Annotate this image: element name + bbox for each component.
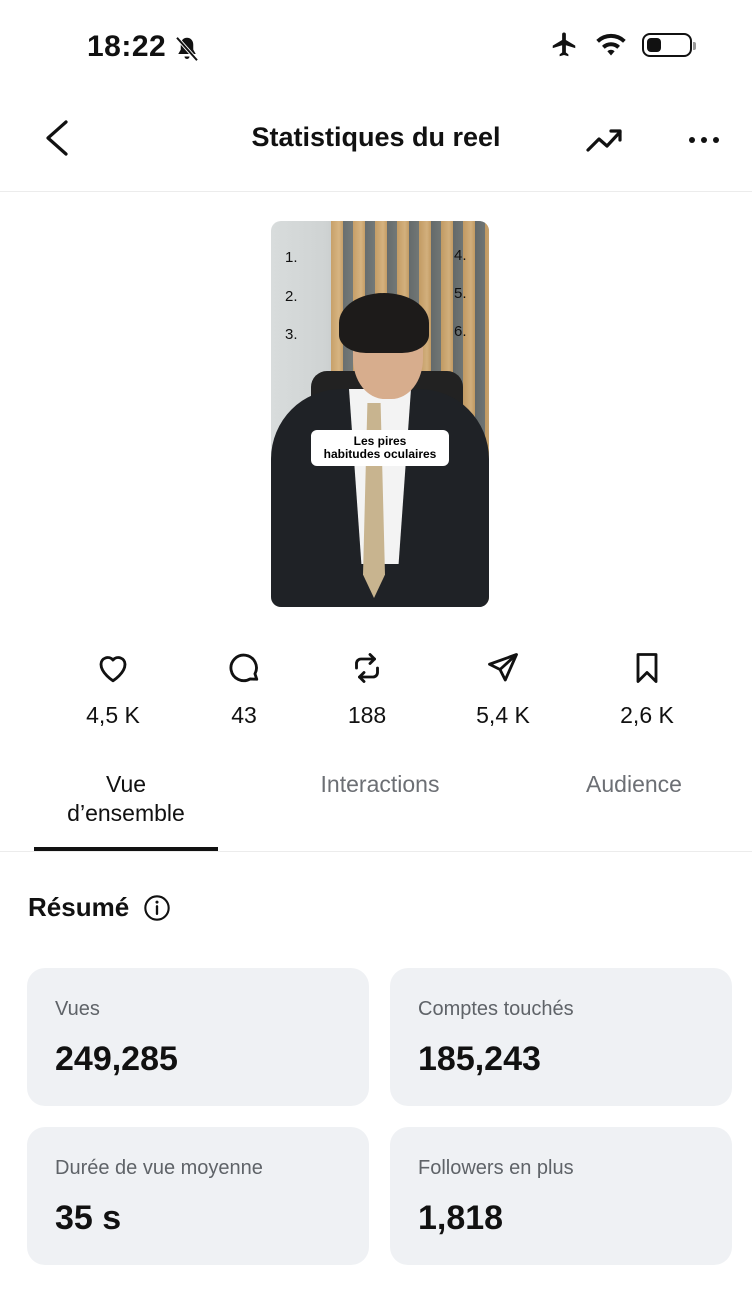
stat-card-followers-gained: Followers en plus 1,818: [390, 1127, 732, 1265]
stat-value: 35 s: [55, 1199, 122, 1237]
tab-label: Vue: [105, 771, 147, 797]
person-hair: [339, 293, 429, 353]
more-horizontal-icon[interactable]: [682, 118, 726, 162]
summary-header: Résumé: [28, 892, 171, 923]
metric-value: 2,6 K: [620, 702, 674, 728]
metric-comments[interactable]: 43: [189, 650, 299, 729]
share-icon: [488, 653, 518, 682]
stat-label: Followers en plus: [418, 1157, 574, 1179]
stat-label: Comptes touchés: [418, 998, 574, 1020]
stat-card-accounts-reached: Comptes touchés 185,243: [390, 968, 732, 1106]
status-bar: 18:22: [0, 0, 752, 96]
list-number: 6.: [454, 323, 467, 340]
airplane-icon: [552, 32, 576, 57]
status-time: 18:22: [87, 30, 167, 63]
stat-value: 1,818: [418, 1199, 504, 1237]
active-tab-indicator: [34, 847, 218, 851]
stat-label: Vues: [55, 998, 100, 1020]
metric-value: 188: [347, 702, 387, 728]
metric-likes[interactable]: 4,5 K: [58, 650, 168, 729]
trending-up-icon[interactable]: [582, 118, 628, 162]
tab-label: d’ensemble: [67, 800, 185, 826]
stat-card-avg-watch-time: Durée de vue moyenne 35 s: [27, 1127, 369, 1265]
metric-saves[interactable]: 2,6 K: [592, 650, 702, 729]
list-number: 2.: [285, 288, 298, 305]
tab-bar: Vue d’ensemble Interactions Audience: [0, 766, 752, 852]
reel-thumbnail[interactable]: 1. 2. 3. 4. 5. 6. Les pires habitudes oc…: [271, 221, 489, 607]
page-header: Statistiques du reel: [0, 96, 752, 192]
stat-value: 249,285: [55, 1040, 178, 1078]
stat-label: Durée de vue moyenne: [55, 1157, 263, 1179]
stat-card-views: Vues 249,285: [27, 968, 369, 1106]
list-number: 4.: [454, 247, 467, 264]
metric-value: 5,4 K: [476, 702, 530, 728]
repost-icon: [355, 653, 379, 683]
comment-icon: [229, 653, 259, 683]
metric-value: 4,5 K: [86, 702, 140, 728]
metric-reposts[interactable]: 188: [312, 650, 422, 729]
stat-value: 185,243: [418, 1040, 541, 1078]
heart-icon: [99, 656, 127, 683]
section-title: Résumé: [28, 892, 130, 922]
tab-overview[interactable]: Vue d’ensemble: [34, 770, 218, 828]
list-number: 1.: [285, 249, 298, 266]
info-icon[interactable]: [143, 894, 171, 922]
list-number: 5.: [454, 285, 467, 302]
page-title: Statistiques du reel: [251, 122, 501, 152]
tab-interactions[interactable]: Interactions: [290, 770, 470, 799]
tab-label: Interactions: [320, 771, 440, 797]
thumbnail-caption: Les pires habitudes oculaires: [311, 430, 449, 466]
bookmark-icon: [636, 653, 658, 683]
wifi-icon: [596, 33, 626, 56]
metrics-row: 4,5 K 43 188 5,4 K 2,6 K: [0, 650, 752, 730]
tab-audience[interactable]: Audience: [560, 770, 708, 799]
list-number: 3.: [285, 326, 298, 343]
tab-label: Audience: [586, 771, 682, 797]
caption-line: habitudes oculaires: [323, 447, 437, 461]
metric-shares[interactable]: 5,4 K: [448, 650, 558, 729]
bell-muted-icon: [175, 36, 199, 62]
metric-value: 43: [231, 702, 257, 728]
battery-icon: [642, 33, 696, 57]
